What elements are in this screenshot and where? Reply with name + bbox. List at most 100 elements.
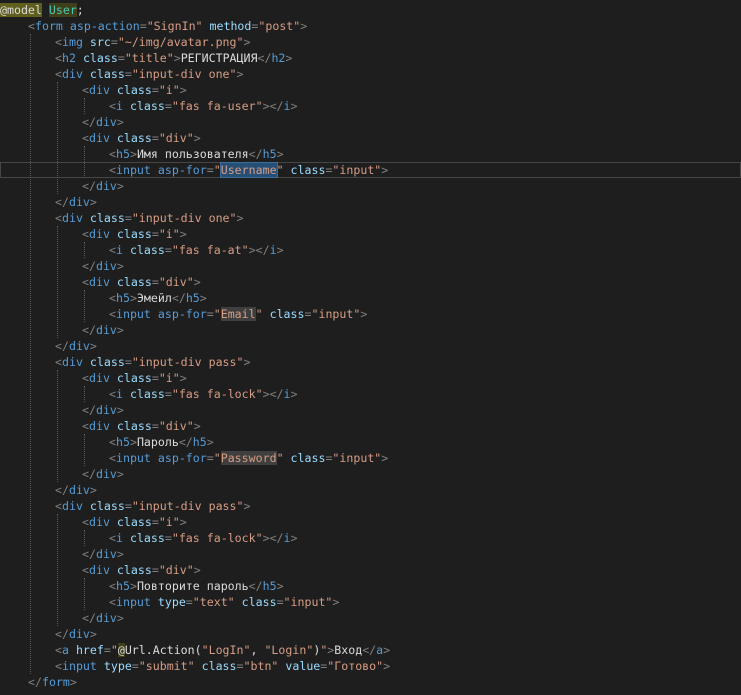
code-token: < <box>55 355 62 369</box>
code-line[interactable]: <div class="input-div one"> <box>0 66 741 82</box>
code-token: class <box>116 83 152 97</box>
code-line[interactable]: </div> <box>0 258 741 274</box>
code-line[interactable]: <div class="i"> <box>0 514 741 530</box>
code-line[interactable]: <input asp-for="Password" class="input"> <box>0 450 741 466</box>
code-line[interactable]: <div class="div"> <box>0 562 741 578</box>
code-token: form <box>34 19 63 33</box>
indent-guide <box>84 242 85 258</box>
code-line[interactable]: <div class="i"> <box>0 370 741 386</box>
code-line[interactable]: </div> <box>0 338 741 354</box>
code-line[interactable]: <h5>Эмейл</h5> <box>0 290 741 306</box>
code-line-content: <input type="submit" class="btn" value="… <box>55 658 390 674</box>
code-line[interactable]: <form asp-action="SignIn" method="post"> <box>0 18 741 34</box>
code-token: "input-div pass" <box>131 355 244 369</box>
code-token: h5 <box>115 147 130 161</box>
code-line[interactable]: <div class="input-div pass"> <box>0 354 741 370</box>
code-token: </ <box>248 579 263 593</box>
code-line[interactable]: </div> <box>0 402 741 418</box>
code-token: class <box>89 499 125 513</box>
code-line[interactable]: <h5>Повторите пароль</h5> <box>0 578 741 594</box>
code-line[interactable]: <div class="i"> <box>0 226 741 242</box>
code-line-content: <div class="div"> <box>82 562 201 578</box>
code-token: < <box>109 579 116 593</box>
code-token: input <box>115 451 151 465</box>
code-token: type <box>157 595 186 609</box>
code-editor[interactable]: @model User; <form asp-action="SignIn" me… <box>0 0 741 695</box>
code-token: = <box>276 595 284 609</box>
code-token: > <box>179 515 187 529</box>
code-token: < <box>109 451 116 465</box>
code-line-content: </div> <box>55 338 97 354</box>
code-line[interactable]: <div class="i"> <box>0 82 741 98</box>
code-token: div <box>95 179 117 193</box>
code-line[interactable]: </div> <box>0 610 741 626</box>
code-token: Вход <box>334 643 363 657</box>
code-token: i <box>115 243 123 257</box>
code-token: "div" <box>158 563 194 577</box>
code-line-content: <input asp-for="Email" class="input"> <box>109 306 367 322</box>
code-token: > <box>129 147 137 161</box>
code-line[interactable]: </div> <box>0 626 741 642</box>
code-line[interactable]: <i class="fas fa-lock"></i> <box>0 530 741 546</box>
code-token: "title" <box>124 51 174 65</box>
code-line[interactable]: <div class="div"> <box>0 130 741 146</box>
code-line[interactable]: </div> <box>0 466 741 482</box>
code-line[interactable]: @model User; <box>0 2 741 18</box>
code-line[interactable]: <div class="input-div pass"> <box>0 498 741 514</box>
indent-guide <box>57 82 58 194</box>
code-line[interactable]: <h2 class="title">РЕГИСТРАЦИЯ</h2> <box>0 50 741 66</box>
code-line[interactable]: <input asp-for="Email" class="input"> <box>0 306 741 322</box>
code-token: > <box>116 115 124 129</box>
code-line[interactable]: <input type="submit" class="btn" value="… <box>0 658 741 674</box>
code-line[interactable]: <input asp-for="Username" class="input"> <box>0 162 741 178</box>
code-token: class <box>116 371 152 385</box>
code-line[interactable]: </div> <box>0 322 741 338</box>
code-token: Повторите пароль <box>136 579 249 593</box>
code-token: div <box>68 483 90 497</box>
indent-guide <box>84 146 85 178</box>
code-token: > <box>193 275 201 289</box>
code-token: </ <box>82 323 96 337</box>
code-token: > <box>290 387 298 401</box>
code-token: asp-for <box>157 163 207 177</box>
code-line[interactable]: </div> <box>0 546 741 562</box>
code-line[interactable]: </form> <box>0 674 741 690</box>
code-line[interactable]: <i class="fas fa-lock"></i> <box>0 386 741 402</box>
code-token: = <box>164 387 172 401</box>
code-line[interactable]: <a href="@Url.Action("LogIn", "Login")">… <box>0 642 741 658</box>
code-line[interactable]: </div> <box>0 194 741 210</box>
code-line[interactable]: <i class="fas fa-at"></i> <box>0 242 741 258</box>
code-token: div <box>88 275 110 289</box>
code-line[interactable]: </div> <box>0 482 741 498</box>
code-line[interactable]: <i class="fas fa-user"></i> <box>0 98 741 114</box>
code-token: > <box>89 195 97 209</box>
code-line[interactable]: <h5>Имя пользователя</h5> <box>0 146 741 162</box>
code-line-content: </div> <box>82 466 124 482</box>
code-token: > <box>116 467 124 481</box>
code-line[interactable]: <input type="text" class="input"> <box>0 594 741 610</box>
code-token: "text" <box>192 595 235 609</box>
code-token: </ <box>82 467 96 481</box>
code-token: = <box>151 515 159 529</box>
code-line[interactable]: <div class="div"> <box>0 274 741 290</box>
code-token: > <box>290 531 298 545</box>
code-token: User <box>48 3 77 17</box>
code-token: href <box>75 643 104 657</box>
code-line[interactable]: <div class="div"> <box>0 418 741 434</box>
code-token: @ <box>117 643 125 657</box>
code-token: " <box>276 451 284 465</box>
code-token: < <box>82 227 89 241</box>
code-line[interactable]: <img src="~/img/avatar.png"> <box>0 34 741 50</box>
code-line[interactable]: <h5>Пароль</h5> <box>0 434 741 450</box>
code-line[interactable]: </div> <box>0 178 741 194</box>
code-line[interactable]: <div class="input-div one"> <box>0 210 741 226</box>
code-token: </ <box>55 195 69 209</box>
code-line[interactable]: </div> <box>0 114 741 130</box>
code-token: "i" <box>158 515 180 529</box>
